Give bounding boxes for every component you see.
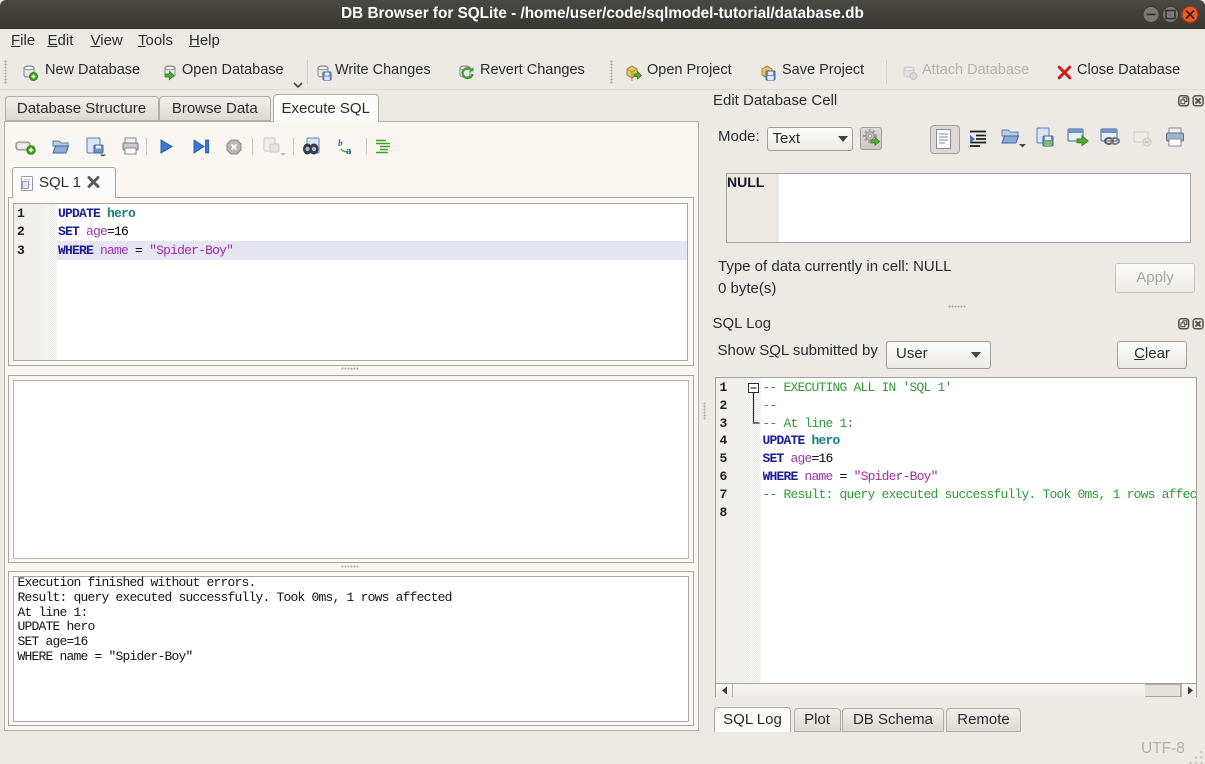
svg-text:b: b xyxy=(338,138,343,148)
svg-text:a: a xyxy=(346,145,352,156)
